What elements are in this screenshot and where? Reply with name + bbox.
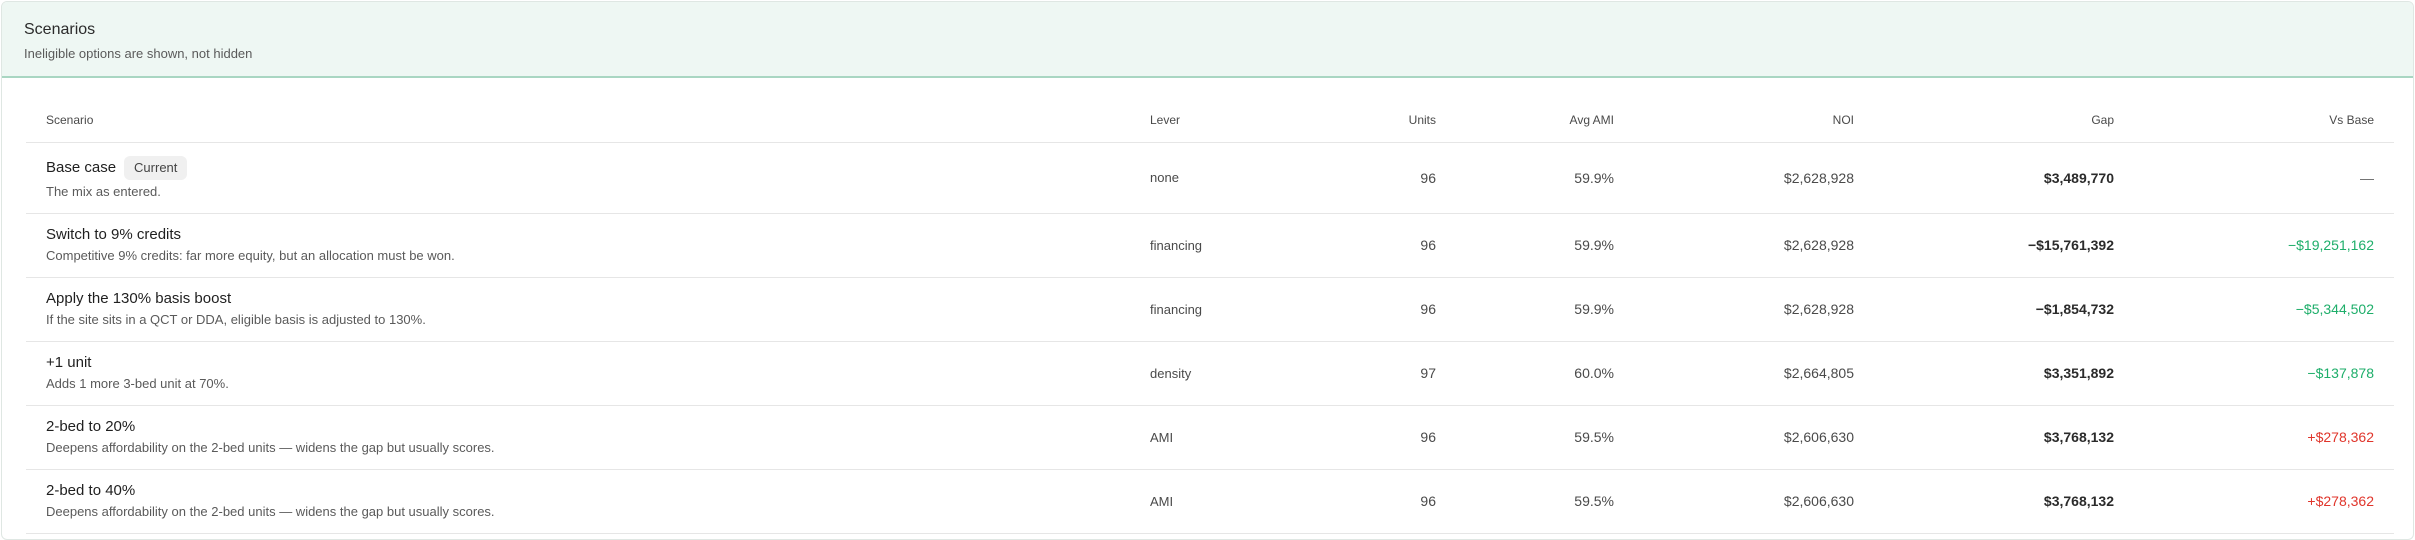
column-header-vs-base[interactable]: Vs Base bbox=[2134, 98, 2394, 143]
units-cell: 96 bbox=[1326, 213, 1456, 278]
table-row[interactable]: 2-bed to 40% Deepens affordability on th… bbox=[26, 469, 2394, 534]
noi-cell: $2,664,805 bbox=[1634, 341, 1874, 406]
lever-cell: none bbox=[1130, 142, 1326, 214]
scenario-description: Adds 1 more 3-bed unit at 70%. bbox=[46, 376, 229, 392]
noi-cell: $2,628,928 bbox=[1634, 142, 1874, 214]
scenario-description: Deepens affordability on the 2-bed units… bbox=[46, 440, 495, 456]
scenario-cell: Switch to 9% credits Competitive 9% cred… bbox=[26, 213, 1130, 278]
scenario-description: If the site sits in a QCT or DDA, eligib… bbox=[46, 312, 426, 328]
vs-base-cell: +$278,362 bbox=[2134, 469, 2394, 534]
column-header-lever[interactable]: Lever bbox=[1130, 98, 1326, 143]
vs-base-cell: −$137,878 bbox=[2134, 341, 2394, 406]
avg-ami-cell: 59.9% bbox=[1456, 213, 1634, 278]
scenario-title: 2-bed to 20% bbox=[46, 418, 136, 436]
table-row[interactable]: Switch to 9% credits Competitive 9% cred… bbox=[26, 213, 2394, 278]
units-cell: 96 bbox=[1326, 277, 1456, 342]
avg-ami-cell: 59.9% bbox=[1456, 277, 1634, 342]
column-header-units[interactable]: Units bbox=[1326, 98, 1456, 143]
noi-cell: $2,628,928 bbox=[1634, 277, 1874, 342]
vs-base-cell: +$278,362 bbox=[2134, 405, 2394, 470]
scenario-title-line: 2-bed to 40% bbox=[46, 482, 1110, 500]
column-header-noi[interactable]: NOI bbox=[1634, 98, 1874, 143]
scenarios-table: Scenario Lever Units Avg AMI NOI Gap Vs … bbox=[26, 98, 2394, 534]
scenario-title: Base case bbox=[46, 158, 117, 176]
scenario-cell: +1 unit Adds 1 more 3-bed unit at 70%. bbox=[26, 341, 1130, 406]
units-cell: 96 bbox=[1326, 142, 1456, 214]
units-cell: 96 bbox=[1326, 469, 1456, 534]
scenario-title: +1 unit bbox=[46, 354, 92, 372]
scenario-cell: 2-bed to 20% Deepens affordability on th… bbox=[26, 405, 1130, 470]
column-header-gap[interactable]: Gap bbox=[1874, 98, 2134, 143]
noi-cell: $2,628,928 bbox=[1634, 213, 1874, 278]
page-subtitle: Ineligible options are shown, not hidden bbox=[24, 46, 253, 61]
noi-cell: $2,606,630 bbox=[1634, 405, 1874, 470]
gap-cell: $3,768,132 bbox=[1874, 469, 2134, 534]
avg-ami-cell: 59.5% bbox=[1456, 469, 1634, 534]
scenario-title-line: Switch to 9% credits bbox=[46, 226, 1110, 244]
scenario-title-line: Base case Current bbox=[46, 155, 1110, 180]
scenario-title-line: +1 unit bbox=[46, 354, 1110, 372]
table-row[interactable]: +1 unit Adds 1 more 3-bed unit at 70%. d… bbox=[26, 341, 2394, 406]
avg-ami-cell: 59.5% bbox=[1456, 405, 1634, 470]
table-body: Base case Current The mix as entered. non… bbox=[26, 142, 2394, 534]
vs-base-cell: −$19,251,162 bbox=[2134, 213, 2394, 278]
vs-base-cell: −$5,344,502 bbox=[2134, 277, 2394, 342]
gap-cell: $3,768,132 bbox=[1874, 405, 2134, 470]
avg-ami-cell: 59.9% bbox=[1456, 142, 1634, 214]
scenario-title-line: Apply the 130% basis boost bbox=[46, 290, 1110, 308]
current-badge: Current bbox=[124, 155, 188, 180]
lever-cell: financing bbox=[1130, 213, 1326, 278]
page-title: Scenarios bbox=[24, 21, 96, 38]
column-header-scenario[interactable]: Scenario bbox=[26, 98, 1130, 143]
lever-cell: AMI bbox=[1130, 469, 1326, 534]
lever-cell: AMI bbox=[1130, 405, 1326, 470]
vs-base-cell: — bbox=[2134, 142, 2394, 214]
scenario-title: Apply the 130% basis boost bbox=[46, 290, 232, 308]
scenario-cell: Base case Current The mix as entered. bbox=[26, 142, 1130, 214]
scenario-description: Deepens affordability on the 2-bed units… bbox=[46, 504, 495, 520]
table-row[interactable]: Base case Current The mix as entered. non… bbox=[26, 142, 2394, 214]
lever-cell: density bbox=[1130, 341, 1326, 406]
units-cell: 96 bbox=[1326, 405, 1456, 470]
scenarios-header: Scenarios Ineligible options are shown, … bbox=[2, 2, 2413, 78]
noi-cell: $2,606,630 bbox=[1634, 469, 1874, 534]
avg-ami-cell: 60.0% bbox=[1456, 341, 1634, 406]
gap-cell: $3,489,770 bbox=[1874, 142, 2134, 214]
scenario-description: Competitive 9% credits: far more equity,… bbox=[46, 248, 455, 264]
units-cell: 97 bbox=[1326, 341, 1456, 406]
scenario-description: The mix as entered. bbox=[46, 183, 161, 199]
scenario-title: Switch to 9% credits bbox=[46, 226, 182, 244]
column-header-avg-ami[interactable]: Avg AMI bbox=[1456, 98, 1634, 143]
table-row[interactable]: Apply the 130% basis boost If the site s… bbox=[26, 277, 2394, 342]
scenario-title: 2-bed to 40% bbox=[46, 482, 136, 500]
scenario-cell: Apply the 130% basis boost If the site s… bbox=[26, 277, 1130, 342]
gap-cell: −$15,761,392 bbox=[1874, 213, 2134, 278]
lever-cell: financing bbox=[1130, 277, 1326, 342]
scenarios-card: Scenarios Ineligible options are shown, … bbox=[1, 1, 2414, 540]
scenario-title-line: 2-bed to 20% bbox=[46, 418, 1110, 436]
table-row[interactable]: 2-bed to 20% Deepens affordability on th… bbox=[26, 405, 2394, 470]
scenario-cell: 2-bed to 40% Deepens affordability on th… bbox=[26, 469, 1130, 534]
gap-cell: $3,351,892 bbox=[1874, 341, 2134, 406]
gap-cell: −$1,854,732 bbox=[1874, 277, 2134, 342]
table-header-row: Scenario Lever Units Avg AMI NOI Gap Vs … bbox=[26, 98, 2394, 143]
